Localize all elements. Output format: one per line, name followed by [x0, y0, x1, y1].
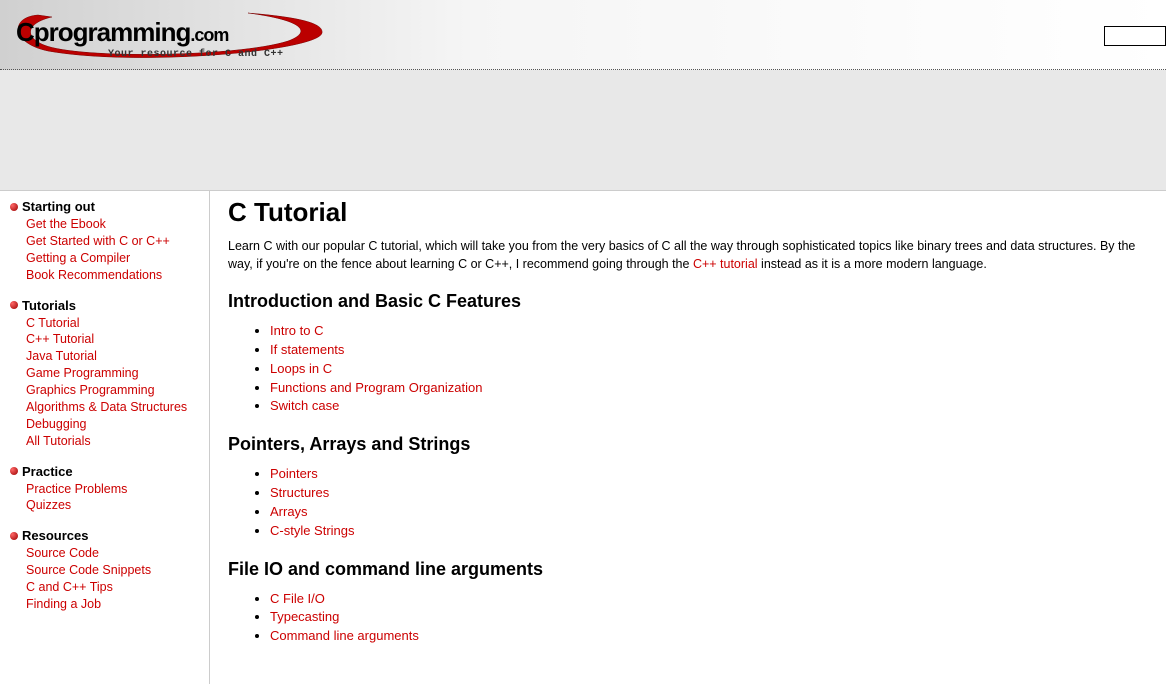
bullet-icon [10, 301, 18, 309]
sidebar: Starting out Get the EbookGet Started wit… [0, 191, 210, 684]
list-item: Typecasting [270, 608, 1152, 627]
sidebar-link[interactable]: Quizzes [26, 497, 205, 514]
sidebar-heading-text: Tutorials [22, 298, 76, 313]
cpp-tutorial-link[interactable]: C++ tutorial [693, 257, 758, 271]
sidebar-link[interactable]: Source Code Snippets [26, 562, 205, 579]
logo-tagline: Your resource for C and C++ [108, 49, 284, 60]
tutorial-link[interactable]: Arrays [270, 504, 308, 519]
ad-banner-space [0, 70, 1166, 190]
sidebar-link[interactable]: Game Programming [26, 365, 205, 382]
tutorial-link[interactable]: Switch case [270, 398, 339, 413]
list-item: Switch case [270, 397, 1152, 416]
section-link-list: Intro to C If statements Loops in C Functio… [228, 322, 1152, 416]
bullet-icon [10, 203, 18, 211]
tutorial-link[interactable]: Typecasting [270, 609, 339, 624]
section-link-list: Pointers Structures Arrays C-style Strings [228, 465, 1152, 540]
list-item: C-style Strings [270, 522, 1152, 541]
list-item: Command line arguments [270, 627, 1152, 646]
sidebar-heading: Resources [10, 528, 205, 543]
list-item: C File I/O [270, 590, 1152, 609]
content-container: Starting out Get the EbookGet Started wit… [0, 190, 1166, 684]
section-heading: File IO and command line arguments [228, 559, 1152, 580]
logo-link[interactable]: Cprogramming.com Your resource for C and… [8, 3, 338, 67]
sidebar-section: Practice Practice ProblemsQuizzes [10, 464, 205, 515]
intro-text-after: instead as it is a more modern language. [758, 257, 987, 271]
sidebar-heading-text: Practice [22, 464, 73, 479]
sidebar-link[interactable]: C++ Tutorial [26, 331, 205, 348]
sidebar-heading-text: Starting out [22, 199, 95, 214]
list-item: If statements [270, 341, 1152, 360]
section-heading: Pointers, Arrays and Strings [228, 434, 1152, 455]
sidebar-links: Source CodeSource Code SnippetsC and C++… [10, 545, 205, 613]
sidebar-heading-text: Resources [22, 528, 88, 543]
tutorial-link[interactable]: If statements [270, 342, 344, 357]
search-input[interactable] [1104, 26, 1166, 46]
tutorial-link[interactable]: Structures [270, 485, 329, 500]
header: Cprogramming.com Your resource for C and… [0, 0, 1166, 70]
sections: Introduction and Basic C Features Intro t… [228, 291, 1152, 646]
list-item: Intro to C [270, 322, 1152, 341]
sidebar-links: Get the EbookGet Started with C or C++Ge… [10, 216, 205, 284]
sidebar-link[interactable]: Java Tutorial [26, 348, 205, 365]
list-item: Functions and Program Organization [270, 379, 1152, 398]
page-title: C Tutorial [228, 197, 1152, 228]
list-item: Pointers [270, 465, 1152, 484]
sidebar-link[interactable]: Source Code [26, 545, 205, 562]
section-link-list: C File I/O Typecasting Command line argume… [228, 590, 1152, 647]
intro-paragraph: Learn C with our popular C tutorial, whi… [228, 238, 1152, 273]
sidebar-heading: Starting out [10, 199, 205, 214]
sidebar-link[interactable]: Getting a Compiler [26, 250, 205, 267]
sidebar-link[interactable]: Book Recommendations [26, 267, 205, 284]
sidebar-link[interactable]: C Tutorial [26, 315, 205, 332]
list-item: Loops in C [270, 360, 1152, 379]
tutorial-link[interactable]: C-style Strings [270, 523, 355, 538]
sidebar-link[interactable]: Finding a Job [26, 596, 205, 613]
sidebar-link[interactable]: C and C++ Tips [26, 579, 205, 596]
bullet-icon [10, 532, 18, 540]
list-item: Structures [270, 484, 1152, 503]
main-content: C Tutorial Learn C with our popular C tu… [210, 191, 1166, 684]
sidebar-links: C TutorialC++ TutorialJava TutorialGame … [10, 315, 205, 450]
tutorial-link[interactable]: Intro to C [270, 323, 323, 338]
sidebar-links: Practice ProblemsQuizzes [10, 481, 205, 515]
logo-text: Cprogramming.com [16, 17, 228, 48]
sidebar-link[interactable]: Graphics Programming [26, 382, 205, 399]
sidebar-heading: Tutorials [10, 298, 205, 313]
intro-text-before: Learn C with our popular C tutorial, whi… [228, 239, 1135, 271]
section-heading: Introduction and Basic C Features [228, 291, 1152, 312]
sidebar-section: Resources Source CodeSource Code Snippets… [10, 528, 205, 613]
sidebar-link[interactable]: Get the Ebook [26, 216, 205, 233]
sidebar-link[interactable]: Algorithms & Data Structures [26, 399, 205, 416]
tutorial-link[interactable]: Functions and Program Organization [270, 380, 482, 395]
sidebar-link[interactable]: Debugging [26, 416, 205, 433]
tutorial-link[interactable]: Pointers [270, 466, 318, 481]
sidebar-heading: Practice [10, 464, 205, 479]
sidebar-link[interactable]: Practice Problems [26, 481, 205, 498]
tutorial-link[interactable]: Loops in C [270, 361, 332, 376]
sidebar-section: Tutorials C TutorialC++ TutorialJava Tuto… [10, 298, 205, 450]
tutorial-link[interactable]: Command line arguments [270, 628, 419, 643]
sidebar-link[interactable]: Get Started with C or C++ [26, 233, 205, 250]
list-item: Arrays [270, 503, 1152, 522]
sidebar-section: Starting out Get the EbookGet Started wit… [10, 199, 205, 284]
tutorial-link[interactable]: C File I/O [270, 591, 325, 606]
sidebar-link[interactable]: All Tutorials [26, 433, 205, 450]
bullet-icon [10, 467, 18, 475]
